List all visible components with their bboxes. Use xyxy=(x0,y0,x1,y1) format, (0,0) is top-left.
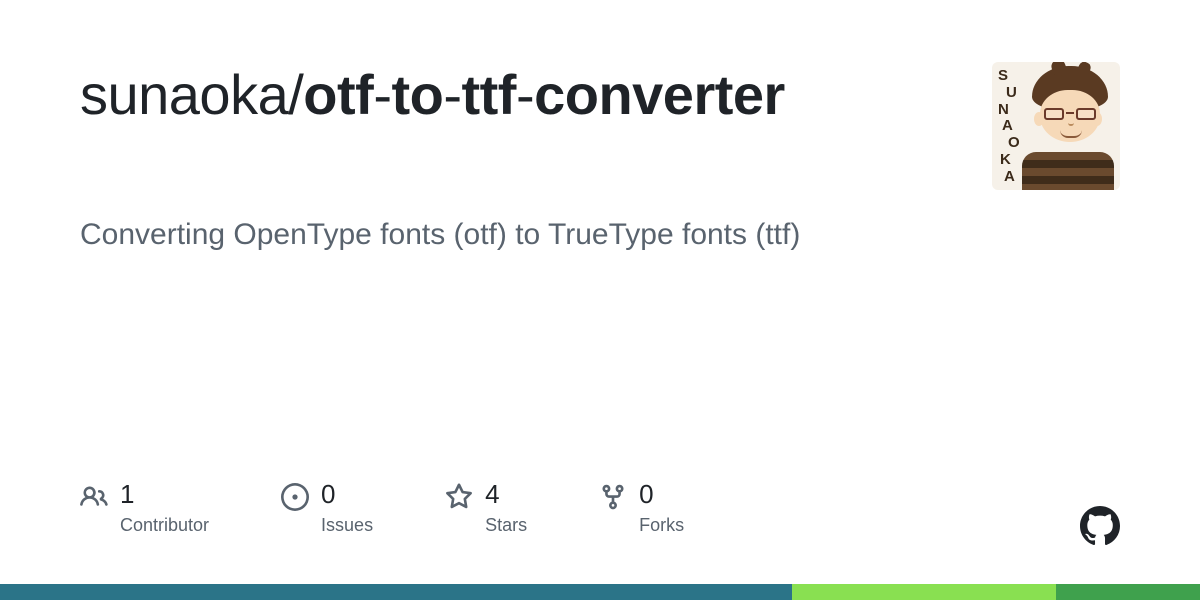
owner-avatar[interactable]: S U N A O K A xyxy=(992,62,1120,190)
people-icon xyxy=(80,483,108,511)
language-segment xyxy=(792,584,1056,600)
issues-count: 0 xyxy=(321,481,373,507)
repo-stats: 1 Contributor 0 Issues 4 Stars xyxy=(80,481,684,536)
avatar-letters: S U N A O K A xyxy=(998,68,1020,184)
star-icon xyxy=(445,483,473,511)
github-mark-icon[interactable] xyxy=(1080,506,1120,546)
language-segment xyxy=(0,584,792,600)
language-bar xyxy=(0,584,1200,600)
stat-stars[interactable]: 4 Stars xyxy=(445,481,527,536)
issues-label: Issues xyxy=(321,515,373,536)
stat-forks[interactable]: 0 Forks xyxy=(599,481,684,536)
fork-icon xyxy=(599,483,627,511)
repo-description: Converting OpenType fonts (otf) to TrueT… xyxy=(80,214,840,256)
forks-count: 0 xyxy=(639,481,684,507)
stars-count: 4 xyxy=(485,481,527,507)
stat-issues[interactable]: 0 Issues xyxy=(281,481,373,536)
issue-icon xyxy=(281,483,309,511)
repo-social-card: sunaoka/otf-to-ttf-converter S U N A O K… xyxy=(0,0,1200,600)
repo-owner[interactable]: sunaoka xyxy=(80,63,288,126)
repo-name[interactable]: otf-to-ttf-converter xyxy=(303,63,785,126)
title-separator: / xyxy=(288,63,303,126)
contributors-count: 1 xyxy=(120,481,209,507)
content: sunaoka/otf-to-ttf-converter S U N A O K… xyxy=(80,62,1120,256)
stat-contributors[interactable]: 1 Contributor xyxy=(80,481,209,536)
forks-label: Forks xyxy=(639,515,684,536)
stars-label: Stars xyxy=(485,515,527,536)
repo-title[interactable]: sunaoka/otf-to-ttf-converter xyxy=(80,62,785,128)
title-row: sunaoka/otf-to-ttf-converter S U N A O K… xyxy=(80,62,1120,190)
language-segment xyxy=(1056,584,1200,600)
contributors-label: Contributor xyxy=(120,515,209,536)
